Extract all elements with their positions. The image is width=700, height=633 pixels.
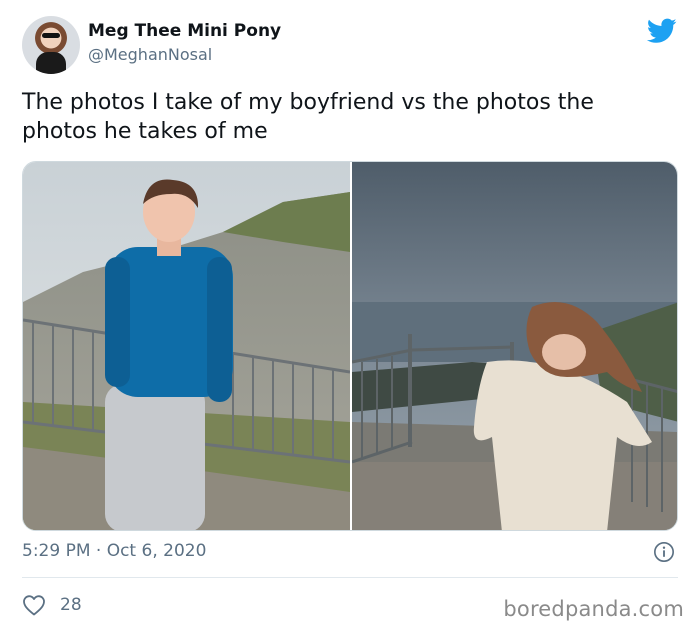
heart-icon: [23, 595, 45, 616]
avatar-sunglasses: [42, 33, 60, 38]
like-button[interactable]: 28: [22, 594, 82, 616]
tweet-text: The photos I take of my boyfriend vs the…: [22, 90, 594, 144]
tweet-media[interactable]: [22, 161, 678, 531]
like-count: 28: [60, 595, 82, 615]
watermark: boredpanda.com: [503, 597, 684, 621]
twitter-bird-icon[interactable]: [647, 18, 677, 44]
avatar-torso: [36, 52, 66, 74]
author-handle[interactable]: @MeghanNosal: [88, 45, 212, 64]
divider: [22, 577, 678, 578]
tweet-timestamp[interactable]: 5:29 PM · Oct 6, 2020: [22, 541, 206, 561]
avatar[interactable]: [22, 16, 80, 74]
info-icon[interactable]: [653, 541, 675, 563]
photo-girlfriend[interactable]: [352, 162, 677, 530]
photo-boyfriend[interactable]: [23, 162, 350, 530]
author-display-name[interactable]: Meg Thee Mini Pony: [88, 21, 281, 41]
tweet-card: Meg Thee Mini Pony @MeghanNosal The phot…: [0, 0, 700, 633]
